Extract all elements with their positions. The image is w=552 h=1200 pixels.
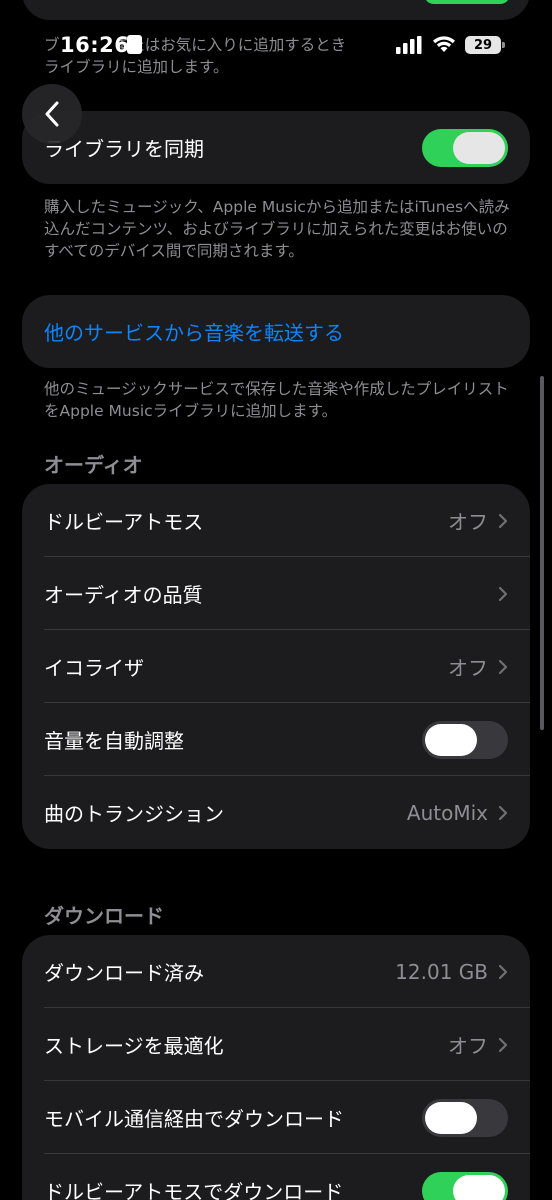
- downloaded-size: 12.01 GB: [395, 959, 488, 984]
- audio-section-header: オーディオ: [44, 453, 143, 477]
- toggle-knob: [453, 131, 505, 164]
- equalizer-value: オフ: [448, 656, 488, 680]
- row-right: AutoMix: [407, 801, 508, 825]
- dolby-atmos-row[interactable]: ドルビーアトモス オフ: [22, 484, 530, 557]
- row-right: オフ: [448, 506, 508, 535]
- optimize-storage-label: ストレージを最適化: [44, 1034, 224, 1058]
- dolby-download-label: ドルビーアトモスでダウンロード: [44, 1180, 344, 1200]
- sync-library-row: ライブラリを同期: [22, 111, 530, 184]
- status-bar: 16:26 29: [0, 0, 552, 92]
- chevron-right-icon: [498, 805, 508, 820]
- sync-library-toggle[interactable]: [422, 128, 508, 167]
- chevron-left-icon: [45, 101, 59, 127]
- dolby-atmos-label: ドルビーアトモス: [44, 510, 204, 534]
- downloads-section-header: ダウンロード: [44, 904, 164, 928]
- equalizer-label: イコライザ: [44, 656, 144, 680]
- song-transition-value: AutoMix: [406, 800, 488, 825]
- status-time: 16:26: [60, 33, 130, 57]
- cellular-download-toggle[interactable]: [422, 1098, 508, 1137]
- chevron-right-icon: [498, 586, 508, 601]
- battery-cap: [502, 42, 505, 48]
- optimize-storage-value: オフ: [448, 1034, 488, 1058]
- transfer-link[interactable]: 他のサービスから音楽を転送する: [44, 317, 344, 346]
- chevron-right-icon: [498, 513, 508, 528]
- equalizer-row[interactable]: イコライザ オフ: [22, 630, 530, 703]
- audio-quality-label: オーディオの品質: [44, 583, 203, 607]
- row-right: 12.01 GB: [395, 960, 508, 984]
- back-button[interactable]: [22, 84, 82, 144]
- battery-icon: 29: [465, 36, 501, 54]
- toggle-knob: [453, 1174, 505, 1200]
- scroll-indicator[interactable]: [540, 376, 544, 730]
- sync-library-note: 購入したミュージック、Apple Musicから追加またはiTunesへ読み込ん…: [44, 198, 510, 260]
- song-transition-label: 曲のトランジション: [44, 802, 224, 826]
- transfer-cell[interactable]: 他のサービスから音楽を転送する: [22, 295, 530, 368]
- downloads-group: ダウンロード済み 12.01 GB ストレージを最適化 オフ モバイル通信経由で…: [22, 935, 530, 1200]
- dolby-download-toggle[interactable]: [422, 1171, 508, 1200]
- toggle-knob: [425, 723, 477, 756]
- cellular-signal-icon: [396, 36, 422, 54]
- chevron-right-icon: [498, 1037, 508, 1052]
- row-right: オフ: [448, 1030, 508, 1059]
- transfer-note: 他のミュージックサービスで保存した音楽や作成したプレイリストをApple Mus…: [44, 380, 509, 420]
- row-right: オフ: [448, 652, 508, 681]
- sound-check-label: 音量を自動調整: [44, 729, 184, 753]
- chevron-right-icon: [498, 964, 508, 979]
- dolby-atmos-value: オフ: [448, 510, 488, 534]
- song-transition-row[interactable]: 曲のトランジション AutoMix: [22, 776, 530, 849]
- sound-check-toggle[interactable]: [422, 720, 508, 759]
- toggle-knob: [425, 1101, 477, 1134]
- chevron-right-icon: [498, 659, 508, 674]
- sound-check-row: 音量を自動調整: [22, 703, 530, 776]
- wifi-icon: [433, 36, 455, 52]
- downloaded-label: ダウンロード済み: [44, 961, 204, 985]
- transfer-row[interactable]: 他のサービスから音楽を転送する: [22, 295, 530, 368]
- downloaded-row[interactable]: ダウンロード済み 12.01 GB: [22, 935, 530, 1008]
- sync-library-cell: ライブラリを同期: [22, 111, 530, 184]
- focus-person-icon: [127, 35, 142, 54]
- cellular-download-label: モバイル通信経由でダウンロード: [44, 1107, 344, 1131]
- row-right: [498, 586, 508, 602]
- audio-quality-row[interactable]: オーディオの品質: [22, 557, 530, 630]
- cellular-download-row: モバイル通信経由でダウンロード: [22, 1081, 530, 1154]
- audio-group: ドルビーアトモス オフ オーディオの品質 イコライザ オフ 音量を自動調整 曲の…: [22, 484, 530, 849]
- dolby-download-row: ドルビーアトモスでダウンロード: [22, 1154, 530, 1200]
- optimize-storage-row[interactable]: ストレージを最適化 オフ: [22, 1008, 530, 1081]
